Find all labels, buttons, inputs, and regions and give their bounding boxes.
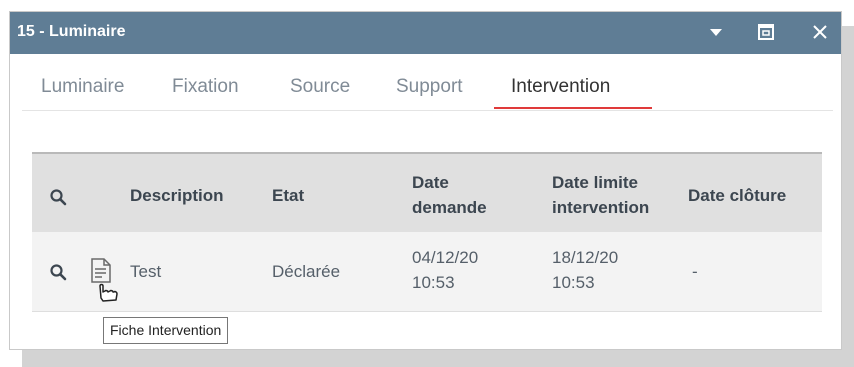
header-date-limite-line2[interactable]: intervention [552, 197, 649, 219]
header-date-demande-line1[interactable]: Date [412, 172, 449, 194]
row-date-demande-date: 04/12/20 [412, 248, 479, 267]
active-tab-indicator [494, 107, 652, 109]
header-description[interactable]: Description [130, 185, 224, 207]
header-etat[interactable]: Etat [272, 185, 304, 207]
header-date-cloture[interactable]: Date clôture [688, 185, 786, 207]
row-description: Test [130, 262, 162, 281]
tab-intervention[interactable]: Intervention [511, 76, 610, 98]
search-icon[interactable] [49, 263, 67, 281]
table-header: Description Etat Date demande Date limit… [32, 152, 822, 232]
tab-source[interactable]: Source [290, 76, 350, 98]
search-icon[interactable] [49, 188, 67, 206]
window-title: 15 - Luminaire [17, 23, 126, 40]
row-date-limite-time: 10:53 [552, 273, 595, 292]
tab-support[interactable]: Support [396, 76, 463, 98]
header-date-demande-line2[interactable]: demande [412, 197, 487, 219]
fiche-intervention-tooltip: Fiche Intervention [103, 317, 229, 344]
tab-bar: Luminaire Fixation Source Support Interv… [22, 54, 833, 111]
tab-fixation[interactable]: Fixation [172, 76, 239, 98]
table-row[interactable]: Test Déclarée 04/12/20 10:53 18/12/20 10… [32, 232, 822, 312]
row-etat: Déclarée [272, 262, 341, 281]
restore-window-icon[interactable] [754, 20, 778, 44]
header-date-limite-line1[interactable]: Date limite [552, 172, 638, 194]
row-date-demande-time: 10:53 [412, 273, 455, 292]
tab-luminaire[interactable]: Luminaire [41, 76, 124, 98]
title-bar[interactable]: 15 - Luminaire [10, 12, 841, 54]
document-icon[interactable] [87, 256, 123, 304]
caret-down-icon[interactable] [704, 20, 728, 44]
row-date-limite-date: 18/12/20 [552, 248, 619, 267]
close-icon[interactable] [808, 20, 832, 44]
row-date-cloture: - [692, 262, 698, 281]
luminaire-panel: 15 - Luminaire Luminaire Fixation Source… [9, 11, 842, 350]
